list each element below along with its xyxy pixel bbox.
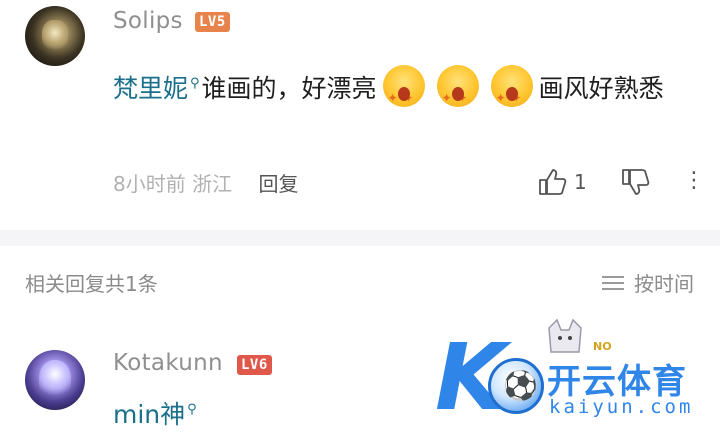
reply-text-content: min神 — [113, 400, 186, 429]
watermark-url: kaiyun.com — [549, 396, 694, 418]
sort-button[interactable]: 按时间 — [602, 268, 694, 297]
reply-text: min神 ⚲ — [113, 395, 199, 431]
comment-text-part: 画风好熟悉 — [538, 74, 664, 103]
comment-card: Solips LV5 梵里妮⚲谁画的，好漂亮 画风好熟悉 8小时前 浙江 回复 1… — [0, 0, 720, 230]
mention-link[interactable]: 梵里妮 — [113, 74, 188, 103]
comment-meta: 8小时前 浙江 回复 — [113, 168, 298, 197]
location: 浙江 — [192, 172, 233, 196]
thumbs-up-icon — [539, 169, 567, 195]
level-badge: LV5 — [195, 12, 230, 32]
reply-avatar[interactable] — [25, 350, 85, 410]
wolf-mascot-icon — [548, 318, 582, 353]
search-icon: ⚲ — [190, 76, 200, 91]
like-count: 1 — [574, 170, 587, 194]
section-divider — [0, 230, 720, 246]
sort-label: 按时间 — [634, 272, 694, 296]
watermark: NO K 开云体育 kaiyun.com — [435, 318, 720, 439]
watermark-tag: NO — [593, 340, 612, 353]
starstruck-emoji-icon — [436, 65, 479, 124]
level-badge: LV6 — [237, 355, 272, 375]
starstruck-emoji-icon — [490, 65, 533, 124]
comment-text-part: 谁画的，好漂亮 — [201, 74, 377, 103]
starstruck-emoji-icon — [382, 65, 425, 124]
thumbs-down-icon — [622, 169, 650, 195]
like-button[interactable]: 1 — [538, 168, 587, 196]
more-options-icon[interactable]: ⋮ — [683, 168, 705, 194]
related-replies-count: 相关回复共1条 — [25, 272, 158, 296]
related-replies-header: 相关回复共1条 按时间 — [0, 246, 720, 316]
sort-icon — [602, 272, 624, 294]
dislike-button[interactable] — [621, 168, 651, 200]
comment-text: 梵里妮⚲谁画的，好漂亮 画风好熟悉 — [113, 58, 693, 124]
avatar[interactable] — [25, 6, 85, 66]
timestamp: 8小时前 — [113, 172, 186, 196]
comment-username[interactable]: Solips — [113, 8, 183, 34]
soccer-ball-icon — [488, 358, 544, 414]
search-icon: ⚲ — [187, 402, 197, 417]
reply-button[interactable]: 回复 — [258, 172, 298, 196]
reply-username[interactable]: Kotakunn — [113, 350, 223, 376]
